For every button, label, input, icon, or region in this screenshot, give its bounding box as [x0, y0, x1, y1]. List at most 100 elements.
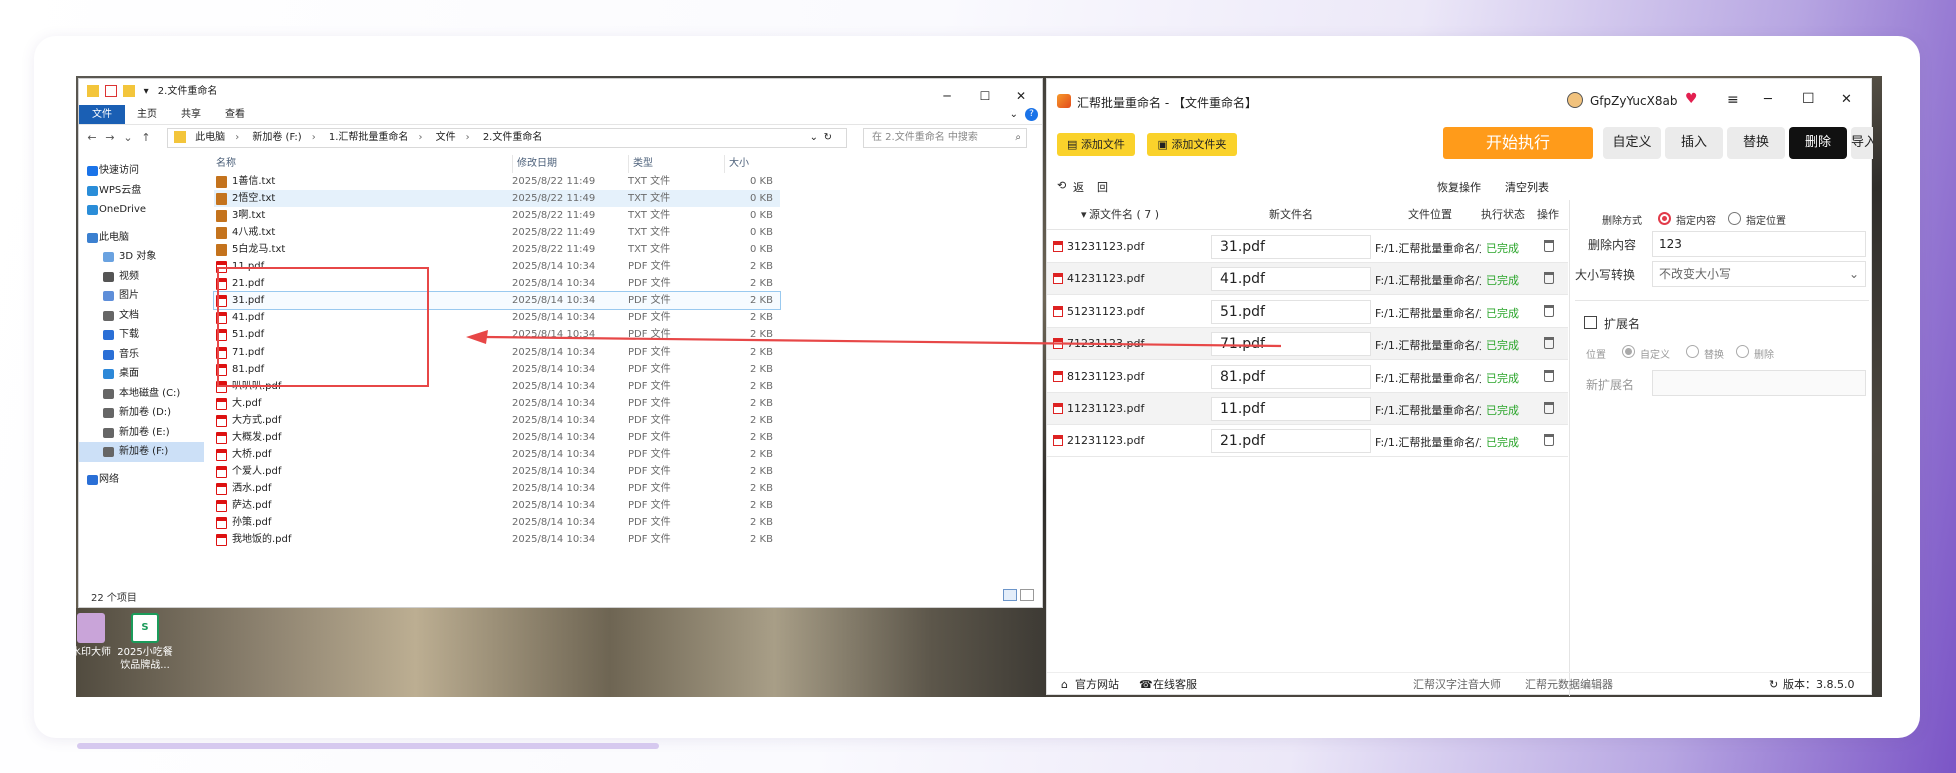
address-dropdown-icon[interactable]: ⌄	[810, 129, 818, 147]
trash-icon[interactable]	[1544, 337, 1554, 350]
nav-item[interactable]: 视频	[79, 267, 204, 287]
column-header-date[interactable]: 修改日期	[512, 155, 557, 173]
trash-icon[interactable]	[1544, 272, 1554, 285]
details-view-icon[interactable]	[1003, 589, 1017, 601]
column-header-name[interactable]: 名称	[216, 155, 236, 173]
nav-item[interactable]: 快速访问	[79, 161, 204, 181]
new-name-input[interactable]: 71.pdf	[1211, 332, 1371, 357]
back-arrow-icon[interactable]: ←	[83, 129, 101, 147]
extension-checkbox[interactable]	[1584, 316, 1597, 329]
minimize-button[interactable]: ─	[1764, 92, 1772, 107]
file-row[interactable]: 我地饭的.pdf 2025/8/14 10:34 PDF 文件 2 KB	[214, 531, 780, 548]
delete-content-input[interactable]: 123	[1652, 231, 1866, 257]
tab-delete[interactable]: 删除	[1789, 127, 1847, 159]
nav-item[interactable]: 下载	[79, 325, 204, 345]
add-file-button[interactable]: ▤ 添加文件	[1057, 133, 1135, 156]
file-row[interactable]: 大概发.pdf 2025/8/14 10:34 PDF 文件 2 KB	[214, 429, 780, 446]
nav-item[interactable]: 音乐	[79, 345, 204, 365]
close-button[interactable]: ✕	[1841, 92, 1852, 107]
trash-icon[interactable]	[1544, 402, 1554, 414]
menu-icon[interactable]: ≡	[1727, 92, 1739, 108]
back-label[interactable]: 返	[1073, 179, 1084, 195]
help-icon[interactable]: ?	[1025, 108, 1038, 121]
radio-content[interactable]	[1658, 212, 1671, 225]
metadata-editor-link[interactable]: 汇帮元数据编辑器	[1525, 673, 1613, 697]
new-name-input[interactable]: 51.pdf	[1211, 299, 1371, 324]
breadcrumb-item[interactable]: 2.文件重命名	[483, 132, 543, 143]
properties-icon[interactable]	[105, 85, 118, 97]
trash-icon[interactable]	[1544, 240, 1554, 252]
nav-item[interactable]: OneDrive	[79, 200, 204, 220]
sort-desc-icon[interactable]: ▾	[1081, 200, 1087, 230]
back-label-2[interactable]: 回	[1097, 179, 1108, 195]
maximize-button[interactable]: ☐	[1802, 91, 1815, 107]
start-button[interactable]: 开始执行	[1443, 127, 1593, 159]
search-input[interactable]: 在 2.文件重命名 中搜索 ⌕	[863, 128, 1027, 148]
radio-position[interactable]	[1728, 212, 1741, 225]
radio-pos-delete[interactable]	[1736, 345, 1749, 358]
address-bar[interactable]: 此电脑 › 新加卷 (F:) › 1.汇帮批量重命名 › 文件 › 2.文件重命名 ⌄ …	[167, 128, 847, 148]
nav-item[interactable]: 本地磁盘 (C:)	[79, 384, 204, 404]
new-name-input[interactable]: 21.pdf	[1211, 429, 1371, 454]
add-folder-button[interactable]: ▣ 添加文件夹	[1147, 133, 1237, 156]
trash-icon[interactable]	[1544, 434, 1554, 447]
file-row[interactable]: 大.pdf 2025/8/14 10:34 PDF 文件 2 KB	[214, 395, 780, 412]
new-name-input[interactable]: 41.pdf	[1211, 267, 1371, 292]
column-header-type[interactable]: 类型	[628, 155, 653, 173]
new-name-input[interactable]: 31.pdf	[1211, 235, 1371, 259]
user-avatar[interactable]	[1567, 92, 1583, 108]
vip-heart-icon[interactable]: ♥	[1685, 91, 1698, 107]
tab-import[interactable]: 导入	[1851, 127, 1873, 159]
forward-arrow-icon[interactable]: →	[101, 129, 119, 147]
column-source-name[interactable]: 源文件名 ( 7 )	[1089, 200, 1159, 230]
file-row[interactable]: 3啊.txt 2025/8/22 11:49 TXT 文件 0 KB	[214, 207, 780, 224]
file-row[interactable]: 大桥.pdf 2025/8/14 10:34 PDF 文件 2 KB	[214, 446, 780, 463]
recent-dropdown-icon[interactable]: ⌄	[119, 129, 137, 147]
official-website-link[interactable]: 官方网站	[1075, 673, 1119, 697]
file-row[interactable]: 5白龙马.txt 2025/8/22 11:49 TXT 文件 0 KB	[214, 241, 780, 258]
up-arrow-icon[interactable]: ↑	[137, 129, 155, 147]
nav-item[interactable]: WPS云盘	[79, 181, 204, 201]
column-header-size[interactable]: 大小	[724, 155, 749, 173]
new-extension-input[interactable]	[1652, 370, 1866, 396]
search-icon[interactable]: ⌕	[1015, 129, 1021, 147]
trash-icon[interactable]	[1544, 304, 1554, 317]
breadcrumb-item[interactable]: 此电脑	[195, 132, 225, 143]
nav-item[interactable]: 桌面	[79, 364, 204, 384]
quick-access-dropdown-icon[interactable]: ▾	[144, 86, 149, 97]
ribbon-tab-view[interactable]: 查看	[213, 105, 257, 124]
nav-item[interactable]: 文档	[79, 306, 204, 326]
horizontal-scrollbar[interactable]	[77, 743, 659, 749]
file-row[interactable]: 1善信.txt 2025/8/22 11:49 TXT 文件 0 KB	[214, 173, 780, 190]
trash-icon[interactable]	[1544, 369, 1554, 382]
file-row[interactable]: 大方式.pdf 2025/8/14 10:34 PDF 文件 2 KB	[214, 412, 780, 429]
ribbon-tab-home[interactable]: 主页	[125, 105, 169, 124]
file-row[interactable]: 4八戒.txt 2025/8/22 11:49 TXT 文件 0 KB	[214, 224, 780, 241]
refresh-version-icon[interactable]: ↻	[1769, 673, 1778, 697]
file-row[interactable]: 2悟空.txt 2025/8/22 11:49 TXT 文件 0 KB	[214, 190, 780, 208]
breadcrumb-item[interactable]: 文件	[436, 132, 456, 143]
online-service-link[interactable]: 在线客服	[1153, 673, 1197, 697]
nav-item[interactable]: 新加卷 (F:)	[79, 442, 204, 462]
new-folder-icon[interactable]	[123, 85, 136, 97]
clear-list-button[interactable]: 清空列表	[1505, 179, 1549, 195]
nav-item[interactable]: 新加卷 (D:)	[79, 403, 204, 423]
case-select[interactable]: 不改变大小写 ⌄	[1652, 261, 1866, 287]
ribbon-tab-share[interactable]: 共享	[169, 105, 213, 124]
expand-ribbon-icon[interactable]: ⌄	[1010, 105, 1018, 124]
file-row[interactable]: 萨达.pdf 2025/8/14 10:34 PDF 文件 2 KB	[214, 497, 780, 514]
radio-pos-replace[interactable]	[1686, 345, 1699, 358]
ribbon-tab-file[interactable]: 文件	[79, 105, 125, 124]
desktop-icon-spreadsheet[interactable]: S 2025小吃餐饮品牌战...	[116, 613, 174, 672]
tab-custom[interactable]: 自定义	[1603, 127, 1661, 159]
nav-item[interactable]: 新加卷 (E:)	[79, 423, 204, 443]
restore-button[interactable]: 恢复操作	[1437, 179, 1481, 195]
nav-item[interactable]: 3D 对象	[79, 247, 204, 267]
breadcrumb-item[interactable]: 1.汇帮批量重命名	[329, 132, 409, 143]
nav-item[interactable]: 图片	[79, 286, 204, 306]
thumbnails-view-icon[interactable]	[1020, 589, 1034, 601]
pinyin-master-link[interactable]: 汇帮汉字注音大师	[1413, 673, 1501, 697]
desktop-icon-watermark[interactable]: 水印大师	[76, 613, 120, 659]
new-name-input[interactable]: 81.pdf	[1211, 364, 1371, 389]
breadcrumb-item[interactable]: 新加卷 (F:)	[252, 132, 301, 143]
